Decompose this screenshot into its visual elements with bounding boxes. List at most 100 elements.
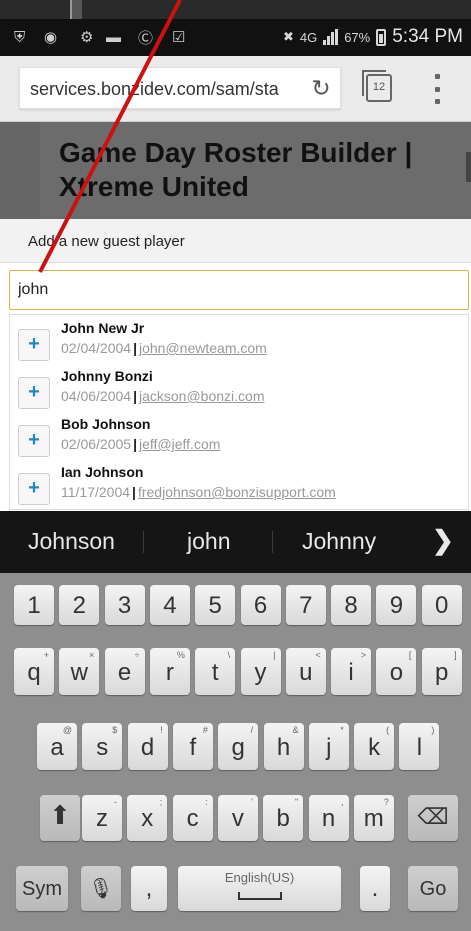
- letter-key-k[interactable]: (k: [354, 723, 395, 770]
- number-key-2[interactable]: 2: [59, 585, 100, 625]
- add-player-button[interactable]: +: [18, 425, 50, 457]
- letter-key-f[interactable]: # f: [172, 723, 213, 770]
- url-text[interactable]: services.bonzidev.com/sam/sta: [30, 79, 308, 100]
- go-key[interactable]: Go: [408, 866, 458, 911]
- microphone-icon: 🎙: [88, 878, 114, 900]
- key-label: y: [254, 659, 267, 686]
- comma-key-label: ,: [145, 875, 153, 902]
- letter-key-l[interactable]: ) l: [399, 723, 440, 770]
- number-key-1[interactable]: 1: [14, 585, 54, 625]
- key-label: 9: [389, 592, 404, 619]
- letter-key-o[interactable]: [o: [376, 648, 417, 695]
- number-key-9[interactable]: 9: [376, 585, 417, 625]
- header-left-strip: [0, 122, 40, 219]
- battery-icon: [376, 28, 387, 46]
- number-key-4[interactable]: 4: [149, 585, 190, 625]
- overflow-menu-icon[interactable]: [432, 74, 442, 104]
- letter-key-v[interactable]: ' v: [217, 795, 258, 841]
- player-email-link[interactable]: jackson@bonzi.com: [139, 388, 265, 404]
- backspace-key[interactable]: ⌫: [408, 795, 458, 841]
- address-bar[interactable]: services.bonzidev.com/sam/sta ↻: [19, 67, 341, 109]
- number-key-7[interactable]: 7: [285, 585, 326, 625]
- meta-separator: |: [133, 388, 137, 404]
- suggestion-word[interactable]: Johnny: [302, 528, 376, 555]
- space-key-label: English(US): [224, 870, 295, 885]
- mute-icon: ✖: [282, 29, 294, 44]
- key-label: x: [141, 805, 154, 832]
- voice-input-key[interactable]: 🎙: [81, 866, 121, 911]
- backspace-icon: ⌫: [417, 804, 449, 829]
- letter-key-c[interactable]: :c: [172, 795, 213, 841]
- number-key-6[interactable]: 6: [240, 585, 281, 625]
- comma-key[interactable]: ,: [131, 866, 167, 911]
- key-label: n: [321, 805, 336, 832]
- player-meta: 04/06/2004 | jackson@bonzi.com: [61, 388, 265, 404]
- key-label: z: [96, 805, 108, 832]
- letter-key-a[interactable]: @ a: [37, 723, 77, 770]
- guest-search-input[interactable]: [9, 270, 469, 310]
- key-label: w: [70, 659, 88, 686]
- player-name: Bob Johnson: [61, 416, 151, 432]
- key-label: g: [231, 734, 245, 761]
- player-name: Ian Johnson: [61, 464, 144, 480]
- suggestion-word[interactable]: Johnson: [28, 528, 115, 555]
- header-right-mark: [466, 152, 471, 182]
- letter-key-s[interactable]: $ s: [82, 723, 123, 770]
- key-label: 7: [299, 592, 313, 619]
- letter-key-r[interactable]: % r: [149, 648, 190, 695]
- card-icon: ▬: [106, 28, 121, 46]
- soft-keyboard: 1 2 3 4 5 6 7 8 9 0 + q × w ÷ e% r \ t | y < u > i[o] p @ a $ s! d # f…: [0, 573, 471, 931]
- player-email-link[interactable]: fredjohnson@bonzisupport.com: [138, 484, 336, 500]
- period-key[interactable]: .: [360, 866, 390, 911]
- tabs-icon[interactable]: 12: [362, 70, 392, 102]
- suggestion-divider: [143, 531, 144, 553]
- meta-separator: |: [132, 484, 136, 500]
- letter-key-u[interactable]: < u: [285, 648, 326, 695]
- number-key-5[interactable]: 5: [195, 585, 236, 625]
- key-label: p: [435, 659, 449, 686]
- network-type-label: 4G: [299, 29, 318, 45]
- letter-key-w[interactable]: × w: [59, 648, 100, 695]
- letter-key-x[interactable]: ; x: [127, 795, 168, 841]
- shift-key[interactable]: ⬆: [40, 795, 80, 841]
- letter-key-e[interactable]: ÷ e: [104, 648, 145, 695]
- letter-key-d[interactable]: ! d: [127, 723, 168, 770]
- add-player-button[interactable]: +: [18, 377, 50, 409]
- key-label: f: [189, 734, 197, 761]
- keyboard-suggestion-bar: Johnson john Johnny ❯: [0, 511, 471, 573]
- number-key-0[interactable]: 0: [421, 585, 462, 625]
- add-player-button[interactable]: +: [18, 329, 50, 361]
- chevron-right-icon[interactable]: ❯: [432, 525, 454, 556]
- symbols-key-label: Sym: [22, 878, 62, 900]
- letter-key-b[interactable]: " b: [263, 795, 304, 841]
- gear-icon: ⚙: [80, 29, 94, 46]
- browser-toolbar: services.bonzidev.com/sam/sta ↻ 12: [0, 56, 471, 122]
- letter-key-z[interactable]: -z: [82, 795, 122, 841]
- key-label: u: [299, 659, 313, 686]
- player-email-link[interactable]: jeff@jeff.com: [139, 436, 220, 452]
- letter-key-i[interactable]: > i: [331, 648, 372, 695]
- symbols-key[interactable]: Sym: [16, 866, 68, 911]
- key-label: b: [276, 805, 290, 832]
- number-key-3[interactable]: 3: [104, 585, 145, 625]
- letter-key-m[interactable]: ? m: [353, 795, 394, 841]
- letter-key-p[interactable]: ] p: [421, 648, 462, 695]
- letter-key-q[interactable]: + q: [14, 648, 54, 695]
- suggestion-word[interactable]: john: [187, 528, 230, 555]
- letter-key-y[interactable]: | y: [240, 648, 281, 695]
- space-key[interactable]: English(US): [178, 866, 341, 911]
- player-name: Johnny Bonzi: [61, 368, 153, 384]
- letter-key-t[interactable]: \ t: [195, 648, 236, 695]
- add-player-button[interactable]: +: [18, 473, 50, 505]
- page-title: Game Day Roster Builder | Xtreme United: [59, 137, 413, 202]
- battery-percent: 67%: [344, 29, 371, 45]
- key-label: q: [27, 659, 41, 686]
- reload-icon[interactable]: ↻: [308, 75, 334, 101]
- number-key-8[interactable]: 8: [331, 585, 372, 625]
- letter-key-h[interactable]: & h: [263, 723, 304, 770]
- letter-key-g[interactable]: / g: [218, 723, 259, 770]
- letter-key-j[interactable]: * j: [308, 723, 349, 770]
- player-meta: 11/17/2004 | fredjohnson@bonzisupport.com: [61, 484, 336, 500]
- player-email-link[interactable]: john@newteam.com: [139, 340, 267, 356]
- letter-key-n[interactable]: ,n: [308, 795, 349, 841]
